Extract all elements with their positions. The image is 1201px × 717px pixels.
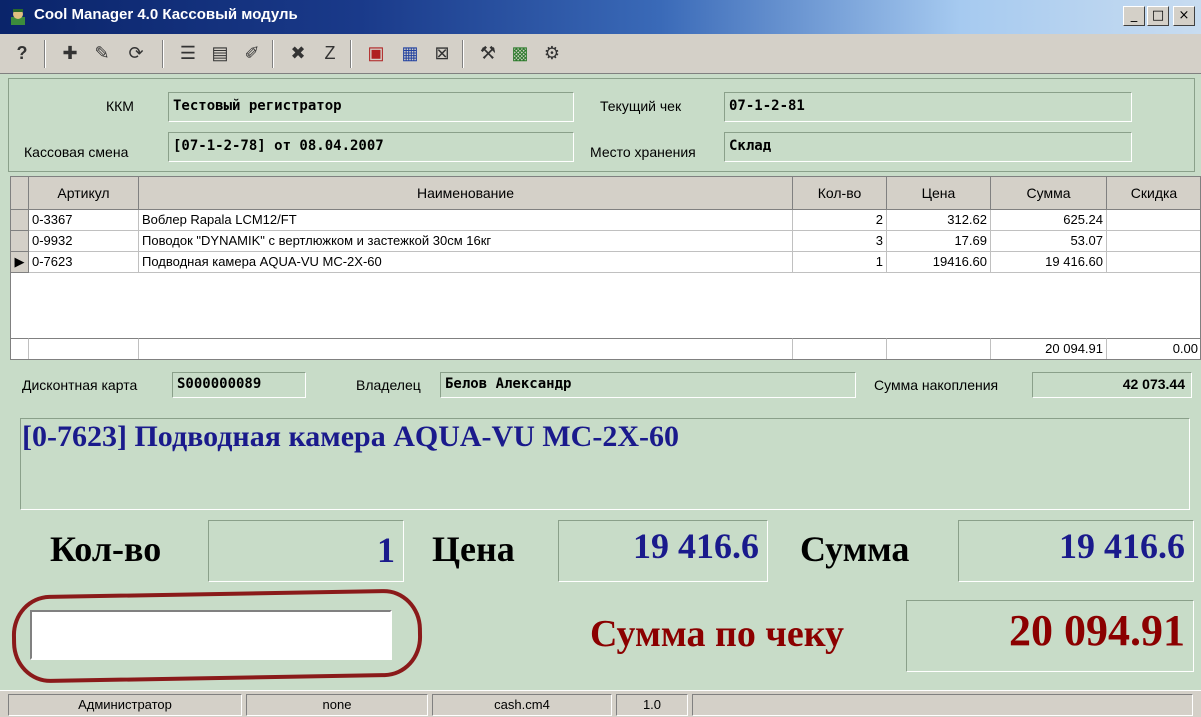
cell-article[interactable]: 0-7623 [29, 252, 139, 273]
cell-qty[interactable]: 3 [793, 231, 887, 252]
totals-discount: 0.00 [1107, 338, 1200, 359]
current-check-field: 07-1-2-81 [724, 92, 1132, 122]
totals-indicator [11, 338, 29, 359]
items-grid[interactable]: Артикул Наименование Кол-во Цена Сумма С… [10, 176, 1201, 360]
help-icon[interactable]: ? [10, 41, 34, 65]
storage-label: Место хранения [590, 144, 696, 160]
item-edit-icon[interactable]: ✐ [240, 41, 264, 65]
item-z-icon[interactable]: Z [318, 41, 342, 65]
refresh-icon[interactable]: ⟳ [124, 41, 148, 65]
cell-price[interactable]: 17.69 [887, 231, 991, 252]
price-label: Цена [432, 529, 515, 569]
receipt-icon[interactable]: ▦ [398, 41, 422, 65]
status-version: 1.0 [616, 694, 688, 716]
check-total-label: Сумма по чеку [590, 613, 845, 655]
shift-field: [07-1-2-78] от 08.04.2007 [168, 132, 574, 162]
minimize-button[interactable]: _ [1123, 6, 1145, 26]
edit-item-icon[interactable]: ✎ [90, 41, 114, 65]
discount-card-label: Дисконтная карта [22, 377, 138, 393]
qty-value: 1 [208, 520, 404, 582]
product-name: [0-7623] Подводная камера AQUA-VU MC-2X-… [22, 420, 679, 453]
status-file: cash.cm4 [432, 694, 612, 716]
cell-discount[interactable] [1107, 231, 1200, 252]
col-article-header[interactable]: Артикул [29, 177, 139, 210]
add-item-icon[interactable]: ✚ [58, 41, 82, 65]
sum-value: 19 416.6 [958, 520, 1194, 582]
cell-article[interactable]: 0-9932 [29, 231, 139, 252]
status-extra [692, 694, 1193, 716]
check-total-value: 20 094.91 [906, 600, 1194, 672]
settings-icon[interactable]: ⚙ [540, 41, 564, 65]
totals-cell [793, 338, 887, 359]
col-name-header[interactable]: Наименование [139, 177, 793, 210]
totals-cell [29, 338, 139, 359]
grid-empty-area[interactable] [11, 273, 1200, 337]
cell-name[interactable]: Поводок "DYNAMIK" с вертлюжком и застежк… [139, 231, 793, 252]
cell-price[interactable]: 19416.60 [887, 252, 991, 273]
accum-field: 42 073.44 [1032, 372, 1192, 398]
cell-sum[interactable]: 625.24 [991, 210, 1107, 231]
totals-sum: 20 094.91 [991, 338, 1107, 359]
current-check-label: Текущий чек [600, 98, 682, 114]
totals-cell [139, 338, 793, 359]
close-button[interactable]: × [1173, 6, 1195, 26]
qty-label: Кол-во [50, 529, 162, 569]
shift-label: Кассовая смена [24, 144, 129, 160]
col-discount-header[interactable]: Скидка [1107, 177, 1200, 210]
report-icon[interactable]: ▩ [508, 41, 532, 65]
cell-sum[interactable]: 19 416.60 [991, 252, 1107, 273]
maximize-button[interactable]: □ [1147, 6, 1169, 26]
cell-sum[interactable]: 53.07 [991, 231, 1107, 252]
item-list-icon[interactable]: ☰ [176, 41, 200, 65]
toolbar: ? ✚ ✎ ⟳ ☰ ▤ ✐ ✖ Z ▣ ▦ ⊠ ⚒ ▩ ⚙ [0, 34, 1201, 74]
cell-name[interactable]: Подводная камера AQUA-VU MC-2X-60 [139, 252, 793, 273]
tools-icon[interactable]: ⚒ [476, 41, 500, 65]
grid-corner [11, 177, 29, 210]
status-user: Администратор [8, 694, 242, 716]
cell-name[interactable]: Воблер Rapala LCM12/FT [139, 210, 793, 231]
status-field2: none [246, 694, 428, 716]
cell-qty[interactable]: 1 [793, 252, 887, 273]
price-value: 19 416.6 [558, 520, 768, 582]
cell-price[interactable]: 312.62 [887, 210, 991, 231]
accum-label: Сумма накопления [874, 377, 999, 393]
sum-label: Сумма [800, 529, 910, 569]
discount-card-field: S000000089 [172, 372, 306, 398]
col-price-header[interactable]: Цена [887, 177, 991, 210]
row-indicator[interactable] [11, 231, 29, 252]
cell-article[interactable]: 0-3367 [29, 210, 139, 231]
cell-discount[interactable] [1107, 252, 1200, 273]
close-receipt-icon[interactable]: ⊠ [430, 41, 454, 65]
kkm-field: Тестовый регистратор [168, 92, 574, 122]
col-qty-header[interactable]: Кол-во [793, 177, 887, 210]
app-icon [11, 9, 25, 25]
item-info-icon[interactable]: ▤ [208, 41, 232, 65]
current-row-indicator[interactable]: ▶ [11, 252, 29, 273]
owner-field: Белов Александр [440, 372, 856, 398]
cell-qty[interactable]: 2 [793, 210, 887, 231]
cash-register-icon[interactable]: ▣ [364, 41, 388, 65]
delete-item-icon[interactable]: ✖ [286, 41, 310, 65]
kkm-label: ККМ [106, 98, 134, 114]
window-title: Cool Manager 4.0 Кассовый модуль [34, 6, 298, 23]
status-bar: Администратор none cash.cm4 1.0 [0, 690, 1201, 717]
storage-field: Склад [724, 132, 1132, 162]
cell-discount[interactable] [1107, 210, 1200, 231]
owner-label: Владелец [356, 377, 421, 393]
totals-cell [887, 338, 991, 359]
col-sum-header[interactable]: Сумма [991, 177, 1107, 210]
row-indicator[interactable] [11, 210, 29, 231]
barcode-input[interactable] [30, 610, 392, 660]
